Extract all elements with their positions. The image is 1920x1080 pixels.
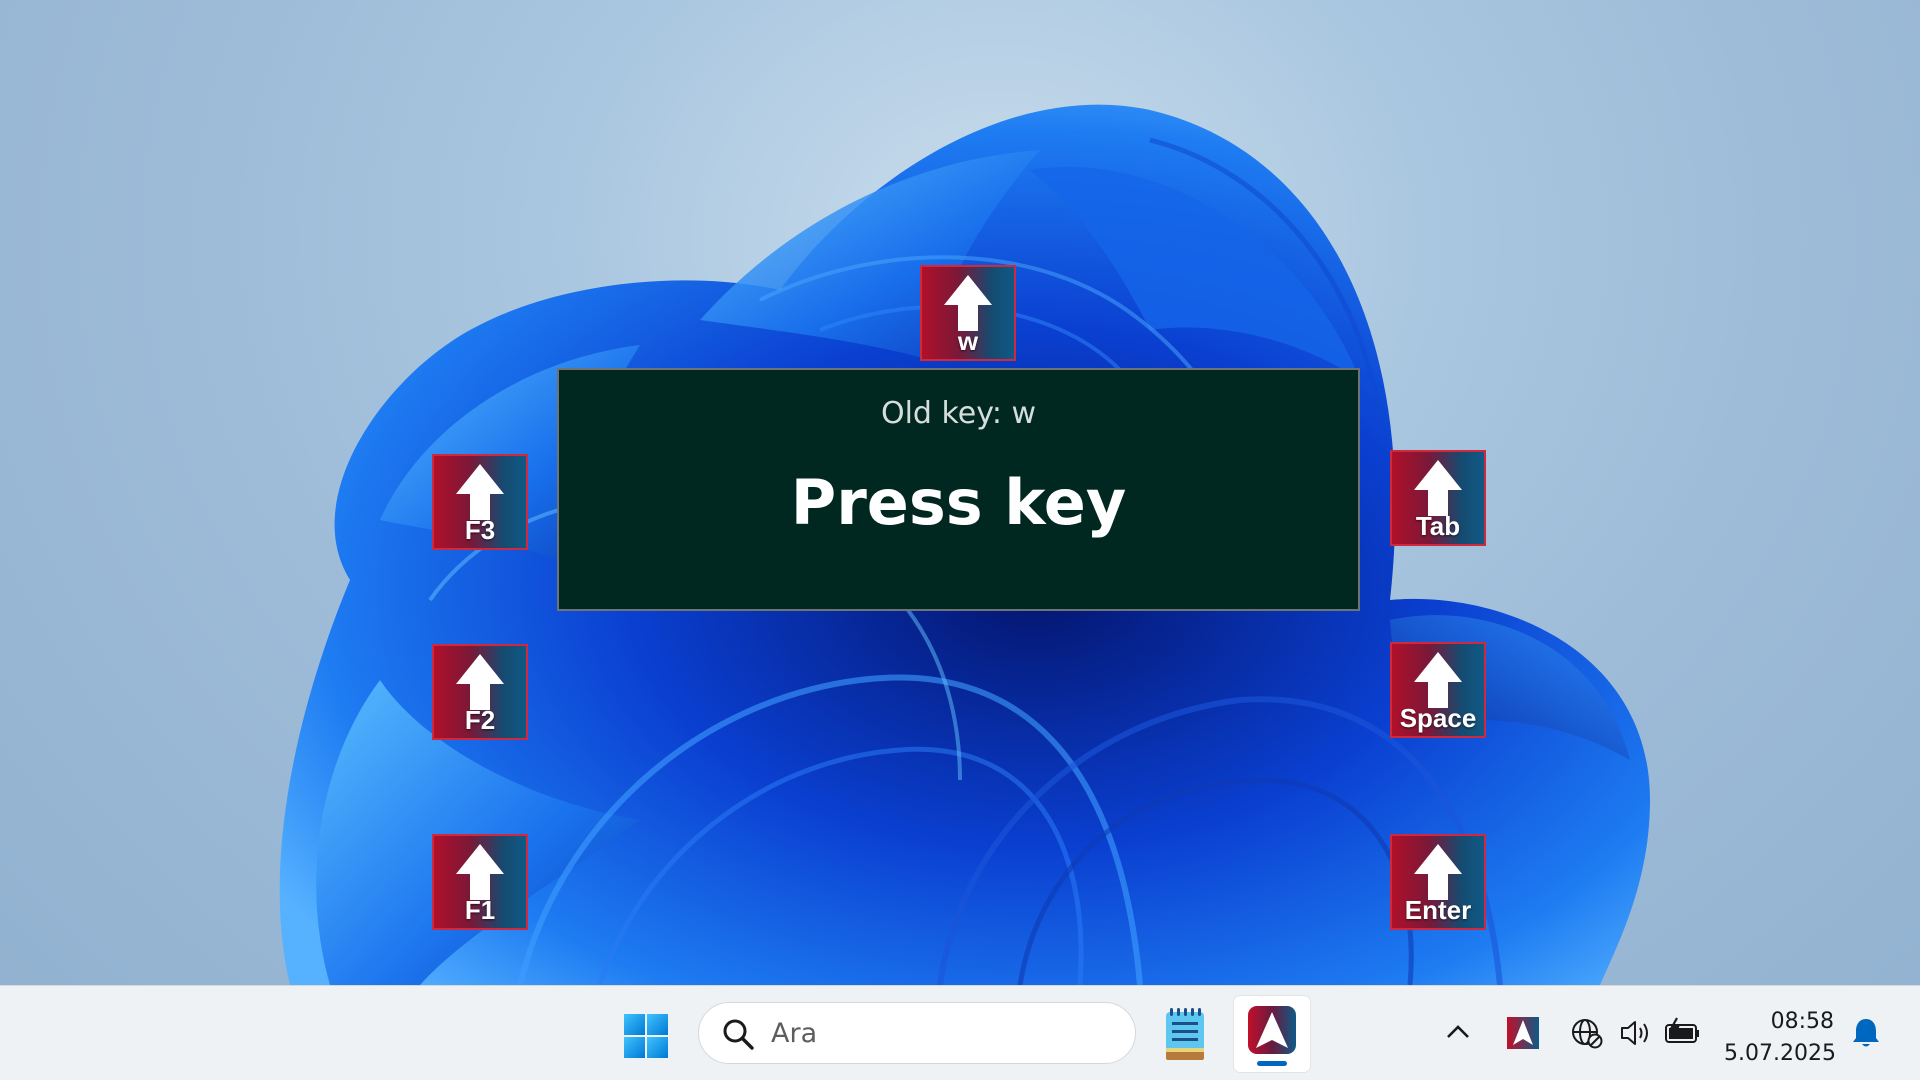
taskbar-search-box[interactable]: Ara [698,1002,1136,1064]
taskbar-clock[interactable]: 08:58 5.07.2025 [1724,1006,1836,1070]
chevron-up-icon[interactable] [1444,1020,1472,1044]
desktop-key-label: F2 [464,705,496,735]
notepad-icon [1166,1008,1204,1060]
desktop-key-w[interactable]: w [920,265,1016,361]
desktop-key-label: Tab [1415,511,1461,541]
desktop-key-label: Space [1399,703,1477,733]
search-placeholder: Ara [771,1018,818,1049]
network-globe-icon[interactable] [1570,1016,1604,1050]
desktop-key-f1[interactable]: F1 [432,834,528,930]
notepad-taskbar-button[interactable] [1160,1004,1210,1064]
taskbar: Ara 08:58 5.07.2025 [0,985,1920,1080]
volume-icon[interactable] [1618,1016,1654,1050]
desktop-key-f3[interactable]: F3 [432,454,528,550]
desktop-key-label: Enter [1404,895,1472,925]
desktop-key-f2[interactable]: F2 [432,644,528,740]
desktop-key-space[interactable]: Space [1390,642,1486,738]
desktop-key-tab[interactable]: Tab [1390,450,1486,546]
running-indicator [1257,1061,1287,1066]
press-key-dialog[interactable]: Old key: w Press key [557,368,1360,611]
clock-time: 08:58 [1770,1009,1834,1034]
desktop-key-enter[interactable]: Enter [1390,834,1486,930]
keymapper-tray-icon[interactable] [1506,1016,1540,1050]
old-key-text: Old key: w [880,396,1037,431]
windows-start-icon [624,1014,668,1058]
keymapper-taskbar-button[interactable] [1234,996,1310,1072]
clock-date: 5.07.2025 [1724,1041,1836,1066]
desktop-key-label: w [957,326,979,356]
desktop-key-label: F3 [464,515,496,545]
desktop-key-label: F1 [464,895,496,925]
battery-charging-icon[interactable] [1664,1016,1702,1050]
notification-bell-icon[interactable] [1850,1016,1882,1050]
search-icon [723,1019,754,1050]
press-key-prompt: Press key [790,466,1127,539]
keymapper-app-icon [1248,1006,1296,1054]
start-button[interactable] [618,1008,674,1064]
